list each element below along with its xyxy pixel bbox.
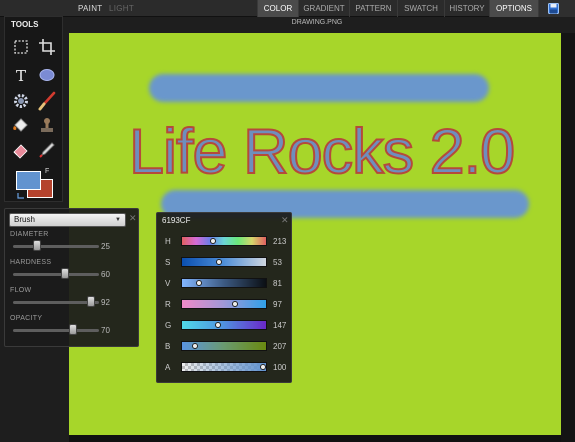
saturation-value: 53	[273, 258, 282, 267]
flow-slider-handle[interactable]	[87, 296, 95, 307]
green-value: 147	[273, 321, 287, 330]
alpha-slider-handle[interactable]	[260, 364, 266, 370]
red-slider[interactable]	[181, 299, 267, 309]
fill-tool[interactable]	[10, 115, 32, 137]
flow-value: 92	[101, 298, 110, 307]
diameter-label: DIAMETER	[10, 231, 49, 238]
chevron-down-icon: ▼	[115, 217, 121, 223]
marquee-tool[interactable]	[10, 36, 32, 58]
blue-slider-handle[interactable]	[192, 343, 198, 349]
clone-stamp-icon	[41, 118, 53, 132]
hue-label: H	[165, 237, 171, 246]
blue-label: B	[165, 342, 171, 351]
alpha-label: A	[165, 363, 171, 372]
settings-tool[interactable]	[10, 90, 32, 112]
top-bar: PAINT LIGHT COLOR GRADIENT PATTERN SWATC…	[0, 0, 575, 17]
red-value: 97	[273, 300, 282, 309]
value-label: V	[165, 279, 171, 288]
mode-paint[interactable]: PAINT	[78, 4, 102, 13]
green-slider[interactable]	[181, 320, 267, 330]
blue-brush-stroke-top	[149, 74, 489, 102]
value-slider-handle[interactable]	[196, 280, 202, 286]
document-title: DRAWING.PNG	[291, 19, 343, 26]
opacity-label: OPACITY	[10, 315, 43, 322]
value-slider[interactable]	[181, 278, 267, 288]
red-slider-handle[interactable]	[232, 301, 238, 307]
diameter-slider-handle[interactable]	[33, 240, 41, 251]
close-icon[interactable]: ✕	[129, 214, 137, 223]
marquee-select-icon	[14, 40, 28, 54]
value-value: 81	[273, 279, 282, 288]
saturation-label: S	[165, 258, 171, 267]
close-icon[interactable]: ✕	[281, 216, 289, 225]
tab-gradient[interactable]: GRADIENT	[298, 0, 349, 17]
saturation-slider[interactable]	[181, 257, 267, 267]
alpha-slider[interactable]	[181, 362, 267, 372]
flow-label: FLOW	[10, 287, 32, 294]
hue-slider[interactable]	[181, 236, 267, 246]
brush-preset-value: Brush	[14, 215, 35, 224]
text-tool[interactable]: T	[10, 64, 32, 86]
tab-color[interactable]: COLOR	[257, 0, 298, 17]
crop-icon	[39, 39, 55, 55]
hardness-value: 60	[101, 270, 110, 279]
color-panel: 6193CF ✕ H 213 S 53 V 81 R 97 G 147 B 20…	[156, 212, 292, 383]
svg-text:T: T	[16, 67, 26, 85]
ellipse-tool[interactable]	[36, 64, 58, 86]
paintbrush-icon	[38, 91, 56, 111]
brush-tool[interactable]	[36, 90, 58, 112]
opacity-slider-handle[interactable]	[69, 324, 77, 335]
vertical-scrollbar[interactable]	[561, 33, 575, 442]
eyedropper-tool[interactable]	[36, 139, 58, 161]
tools-panel: TOOLS T F	[4, 16, 63, 202]
eraser-tool[interactable]	[10, 139, 32, 161]
ellipse-icon	[39, 69, 55, 81]
diameter-value: 25	[101, 242, 110, 251]
horizontal-scrollbar[interactable]	[69, 435, 561, 442]
tab-pattern[interactable]: PATTERN	[349, 0, 397, 17]
flow-slider[interactable]	[13, 296, 99, 307]
blue-value: 207	[273, 342, 287, 351]
alpha-value: 100	[273, 363, 287, 372]
hardness-slider-handle[interactable]	[61, 268, 69, 279]
drawing-canvas[interactable]: Life Rocks 2.0	[69, 33, 561, 435]
gear-icon	[14, 94, 28, 108]
eyedropper-icon	[39, 142, 55, 158]
blue-slider[interactable]	[181, 341, 267, 351]
crop-tool[interactable]	[36, 36, 58, 58]
opacity-slider[interactable]	[13, 324, 99, 335]
text-t-icon: T	[16, 67, 26, 85]
hardness-slider[interactable]	[13, 268, 99, 279]
saturation-slider-handle[interactable]	[216, 259, 222, 265]
brush-panel: Brush ▼ ✕ DIAMETER 25 HARDNESS 60 FLOW 9…	[4, 208, 139, 347]
reset-colors-icon[interactable]	[16, 191, 26, 201]
save-button[interactable]	[538, 0, 575, 17]
eraser-icon	[13, 144, 28, 159]
canvas-text: Life Rocks 2.0	[128, 116, 516, 188]
hue-slider-handle[interactable]	[210, 238, 216, 244]
mode-light[interactable]: LIGHT	[109, 4, 134, 13]
red-label: R	[165, 300, 171, 309]
foreground-color-swatch[interactable]	[16, 171, 41, 190]
floppy-disk-icon	[548, 3, 559, 14]
paint-bucket-icon	[13, 118, 28, 132]
diameter-slider[interactable]	[13, 240, 99, 251]
tab-options[interactable]: OPTIONS	[489, 0, 538, 17]
tools-title: TOOLS	[11, 20, 39, 29]
green-label: G	[165, 321, 172, 330]
tab-swatch[interactable]: SWATCH	[397, 0, 444, 17]
opacity-value: 70	[101, 326, 110, 335]
hex-value[interactable]: 6193CF	[162, 216, 190, 225]
stamp-tool[interactable]	[36, 115, 58, 137]
hue-value: 213	[273, 237, 287, 246]
hardness-label: HARDNESS	[10, 259, 52, 266]
swap-colors-label[interactable]: F	[45, 168, 49, 175]
brush-preset-select[interactable]: Brush ▼	[9, 213, 126, 227]
tab-history[interactable]: HISTORY	[444, 0, 489, 17]
green-slider-handle[interactable]	[215, 322, 221, 328]
